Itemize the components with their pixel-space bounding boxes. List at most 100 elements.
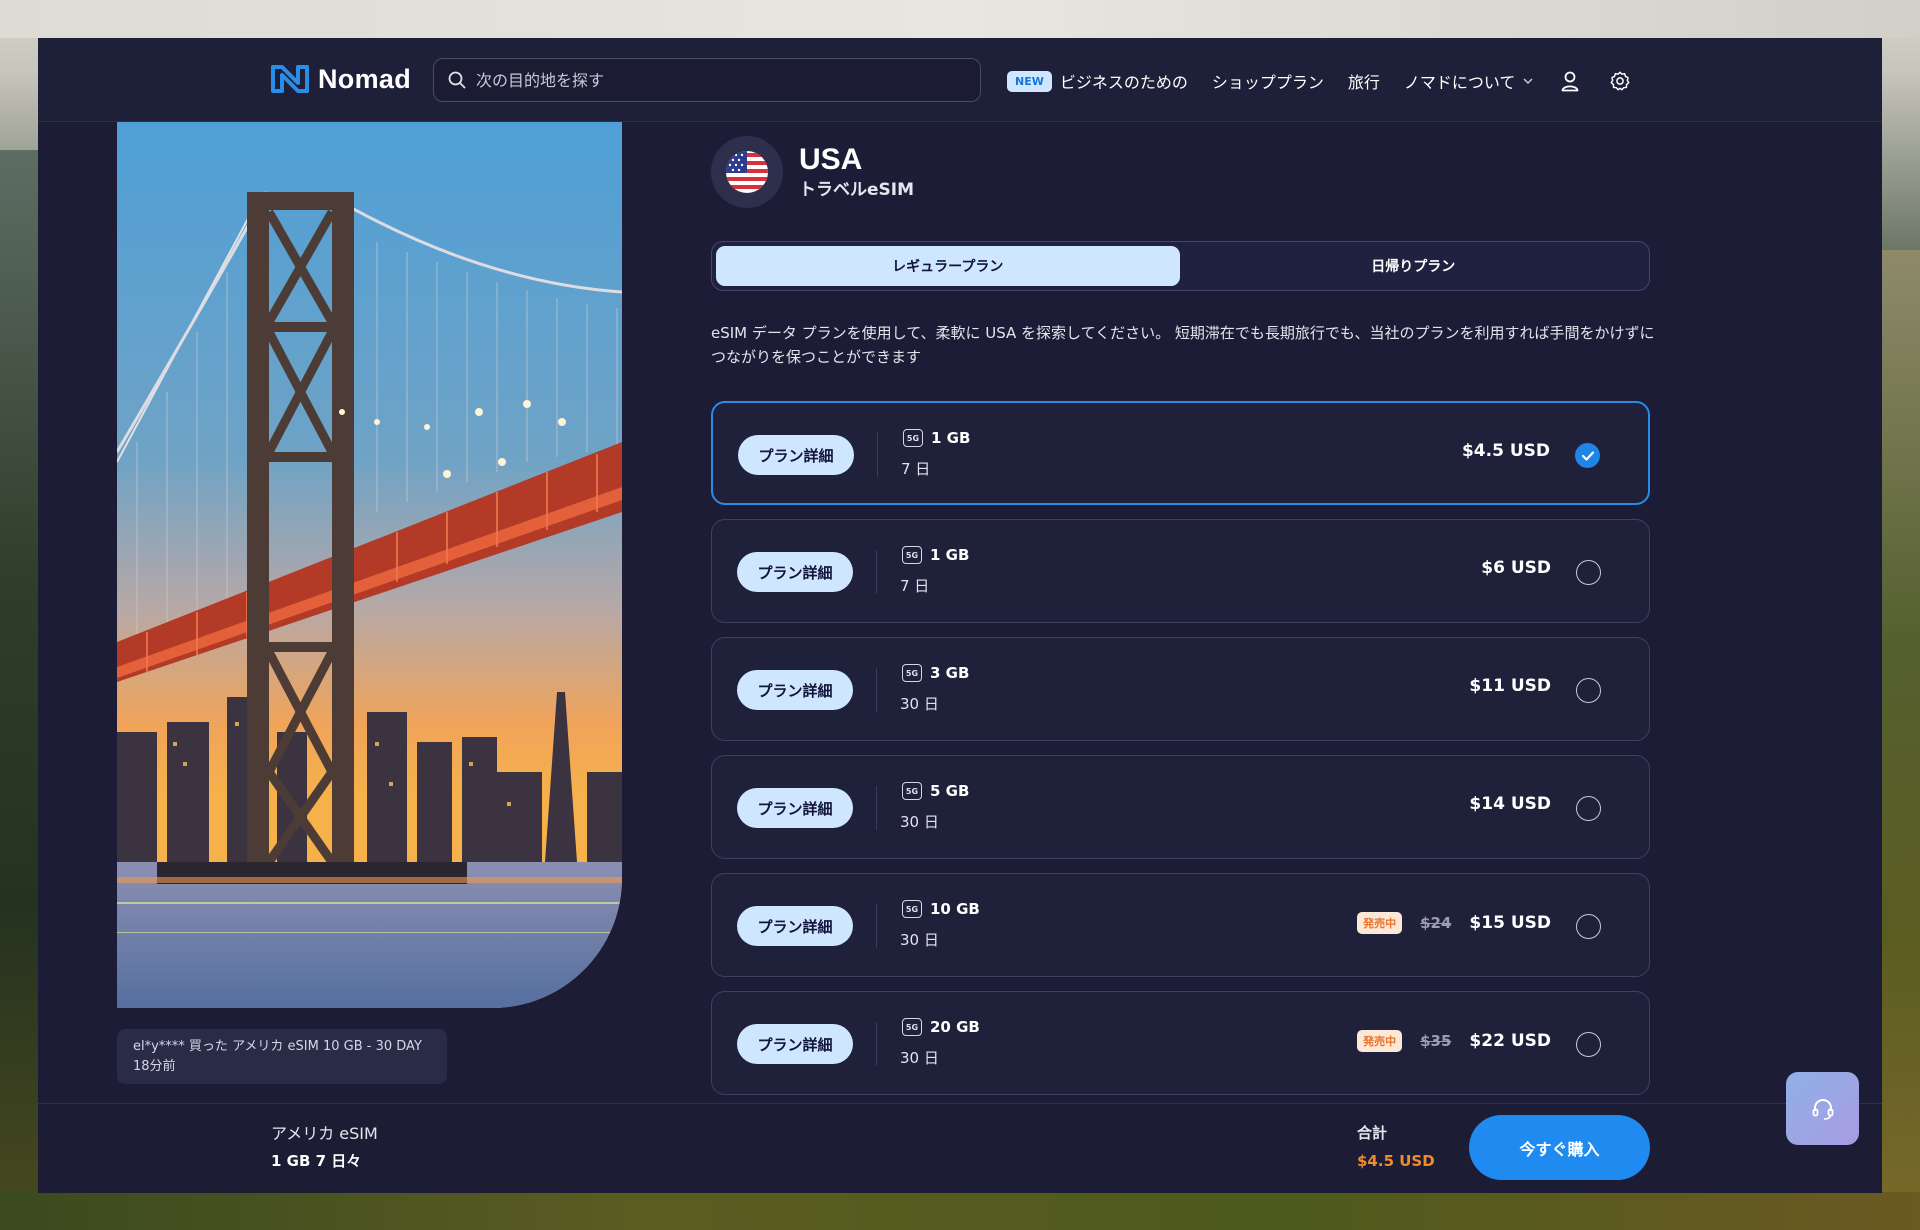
- plan-price-group: $6 USD: [1481, 558, 1551, 578]
- plan-option[interactable]: プラン詳細 5G 5 GB 30 日 $14 USD: [711, 755, 1650, 859]
- selected-product-title: アメリカ eSIM: [271, 1124, 378, 1143]
- nav-shop-plans[interactable]: ショッププラン: [1212, 69, 1324, 93]
- check-icon: [1581, 450, 1594, 461]
- plan-data: 5G 1 GB: [903, 429, 970, 447]
- divider: [876, 1022, 877, 1066]
- country-header: USA トラベルeSIM: [711, 136, 914, 208]
- new-badge: NEW: [1007, 70, 1052, 92]
- plan-duration: 30 日: [900, 813, 939, 831]
- buy-now-button[interactable]: 今すぐ購入: [1469, 1115, 1650, 1180]
- divider: [876, 668, 877, 712]
- recent-purchase-toast: el*y**** 買った アメリカ eSIM 10 GB - 30 DAY 18…: [117, 1029, 447, 1084]
- divider: [877, 433, 878, 477]
- plan-radio[interactable]: [1576, 914, 1601, 939]
- 5g-icon: 5G: [902, 782, 922, 800]
- nomad-logo[interactable]: Nomad: [270, 62, 411, 96]
- desktop-background-top: [0, 0, 1920, 38]
- search-input[interactable]: [476, 70, 956, 90]
- 5g-icon: 5G: [902, 900, 922, 918]
- plan-list: プラン詳細 5G 1 GB 7 日 $4.5 USD プラン詳細 5G 1 GB: [711, 401, 1650, 1109]
- 5g-icon: 5G: [902, 1018, 922, 1036]
- plan-option[interactable]: プラン詳細 5G 10 GB 30 日 発売中 $24 $15 USD: [711, 873, 1650, 977]
- nav-business[interactable]: NEW ビジネスのための: [1007, 69, 1188, 93]
- plan-data-amount: 10 GB: [930, 900, 980, 918]
- nomad-logo-icon: [271, 65, 309, 93]
- total-price: $4.5 USD: [1357, 1152, 1435, 1170]
- support-chat-button[interactable]: [1786, 1072, 1859, 1145]
- search-icon: [448, 71, 466, 89]
- plan-option[interactable]: プラン詳細 5G 1 GB 7 日 $6 USD: [711, 519, 1650, 623]
- desktop-background-right: [1880, 250, 1920, 1230]
- plan-details-button[interactable]: プラン詳細: [737, 670, 853, 710]
- flag-container: [711, 136, 783, 208]
- plan-details-button[interactable]: プラン詳細: [737, 1024, 853, 1064]
- plan-price-group: 発売中 $24 $15 USD: [1357, 912, 1551, 934]
- nav-about-label: ノマドについて: [1403, 73, 1516, 92]
- plan-price-group: $14 USD: [1469, 794, 1551, 814]
- plan-price: $11 USD: [1469, 676, 1551, 696]
- plan-details-button[interactable]: プラン詳細: [738, 435, 854, 475]
- main-nav: NEW ビジネスのための ショッププラン 旅行 ノマドについて: [1007, 64, 1633, 98]
- plan-duration: 30 日: [900, 695, 939, 713]
- divider: [876, 550, 877, 594]
- nav-shop-plans-label: ショッププラン: [1211, 73, 1324, 92]
- plan-data-amount: 20 GB: [930, 1018, 980, 1036]
- selected-plan-summary: 1 GB 7 日々: [271, 1152, 362, 1170]
- total-label: 合計: [1357, 1124, 1388, 1142]
- divider: [876, 786, 877, 830]
- plan-data: 5G 3 GB: [902, 664, 969, 682]
- nav-travel[interactable]: 旅行: [1348, 69, 1380, 93]
- tab-regular-plan[interactable]: レギュラープラン: [716, 246, 1180, 286]
- plan-radio-selected[interactable]: [1575, 443, 1600, 468]
- plan-data: 5G 1 GB: [902, 546, 969, 564]
- account-button[interactable]: [1557, 68, 1583, 94]
- plan-price: $6 USD: [1481, 558, 1551, 578]
- plan-radio[interactable]: [1576, 678, 1601, 703]
- plan-price: $15 USD: [1469, 913, 1551, 933]
- destination-photo: [117, 122, 622, 1008]
- toast-message: el*y**** 買った アメリカ eSIM 10 GB - 30 DAY: [133, 1039, 422, 1054]
- plan-details-button[interactable]: プラン詳細: [737, 552, 853, 592]
- 5g-icon: 5G: [902, 664, 922, 682]
- 5g-icon: 5G: [903, 429, 923, 447]
- plan-data: 5G 5 GB: [902, 782, 969, 800]
- original-price: $35: [1420, 1032, 1452, 1050]
- headset-icon: [1812, 1098, 1833, 1120]
- divider: [876, 904, 877, 948]
- tab-day-trip-plan[interactable]: 日帰りプラン: [1182, 246, 1646, 286]
- plan-option[interactable]: プラン詳細 5G 3 GB 30 日 $11 USD: [711, 637, 1650, 741]
- desktop-background-bottom: [0, 1192, 1920, 1230]
- bridge-illustration: [117, 122, 622, 1008]
- settings-button[interactable]: [1607, 68, 1633, 94]
- nav-about[interactable]: ノマドについて: [1404, 69, 1534, 93]
- plan-data: 5G 20 GB: [902, 1018, 980, 1036]
- plan-radio[interactable]: [1576, 560, 1601, 585]
- brand-name: Nomad: [318, 63, 412, 94]
- plan-details-button[interactable]: プラン詳細: [737, 906, 853, 946]
- sale-badge: 発売中: [1357, 912, 1403, 934]
- plan-option[interactable]: プラン詳細 5G 20 GB 30 日 発売中 $35 $22 USD: [711, 991, 1650, 1095]
- plan-duration: 7 日: [900, 577, 930, 595]
- plan-price: $14 USD: [1469, 794, 1551, 814]
- plan-description: eSIM データ プランを使用して、柔軟に USA を探索してください。 短期滞…: [711, 324, 1655, 366]
- plan-price: $22 USD: [1469, 1031, 1551, 1051]
- original-price: $24: [1420, 914, 1452, 932]
- plan-radio[interactable]: [1576, 1032, 1601, 1057]
- country-name: USA: [799, 143, 863, 176]
- 5g-icon: 5G: [902, 546, 922, 564]
- plan-radio[interactable]: [1576, 796, 1601, 821]
- plan-data-amount: 3 GB: [930, 664, 970, 682]
- app-window: Nomad NEW ビジネスのための ショッププラン 旅行 ノマドについて: [38, 38, 1882, 1193]
- plan-option[interactable]: プラン詳細 5G 1 GB 7 日 $4.5 USD: [711, 401, 1650, 505]
- nav-business-label: ビジネスのための: [1059, 73, 1188, 92]
- plan-data-amount: 5 GB: [930, 782, 970, 800]
- plan-duration: 30 日: [900, 1049, 939, 1067]
- plan-details-button[interactable]: プラン詳細: [737, 788, 853, 828]
- plan-duration: 7 日: [901, 460, 931, 478]
- nav-travel-label: 旅行: [1347, 73, 1380, 92]
- plan-data: 5G 10 GB: [902, 900, 980, 918]
- country-text: USA トラベルeSIM: [799, 142, 914, 202]
- checkout-bar: アメリカ eSIM 1 GB 7 日々 合計 $4.5 USD 今すぐ購入: [38, 1103, 1882, 1193]
- search-box[interactable]: [433, 58, 981, 102]
- gear-icon: [1610, 71, 1630, 91]
